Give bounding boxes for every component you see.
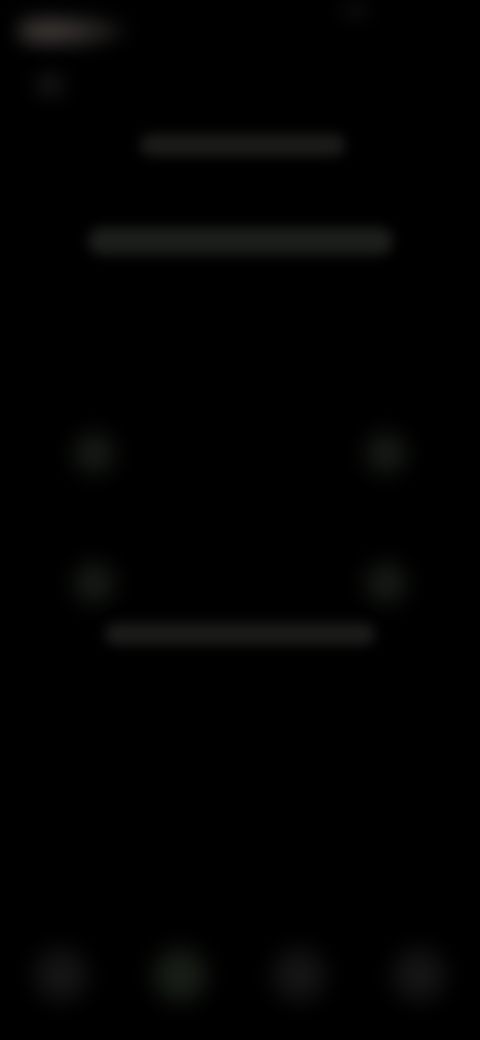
nav-item-scan[interactable] bbox=[145, 940, 215, 1010]
page-subtitle bbox=[88, 227, 393, 255]
menu-icon[interactable] bbox=[30, 68, 70, 102]
scanner-corner-bottom-right bbox=[358, 555, 414, 611]
scanner-corner-top-right bbox=[358, 425, 414, 481]
scanner-corner-bottom-left bbox=[66, 555, 122, 611]
nav-item-home[interactable] bbox=[26, 940, 96, 1010]
bottom-nav bbox=[0, 930, 480, 1020]
history-icon bbox=[264, 940, 265, 941]
nav-item-profile[interactable] bbox=[384, 940, 454, 1010]
profile-icon bbox=[384, 940, 385, 941]
app-logo-icon[interactable] bbox=[18, 14, 128, 48]
scanner-corner-top-left bbox=[66, 425, 122, 481]
status-indicator bbox=[335, 0, 375, 20]
scanner-hint-text bbox=[105, 623, 375, 645]
home-icon bbox=[26, 940, 27, 941]
nav-item-history[interactable] bbox=[264, 940, 334, 1010]
page-title bbox=[140, 134, 345, 156]
scan-icon bbox=[145, 940, 146, 941]
